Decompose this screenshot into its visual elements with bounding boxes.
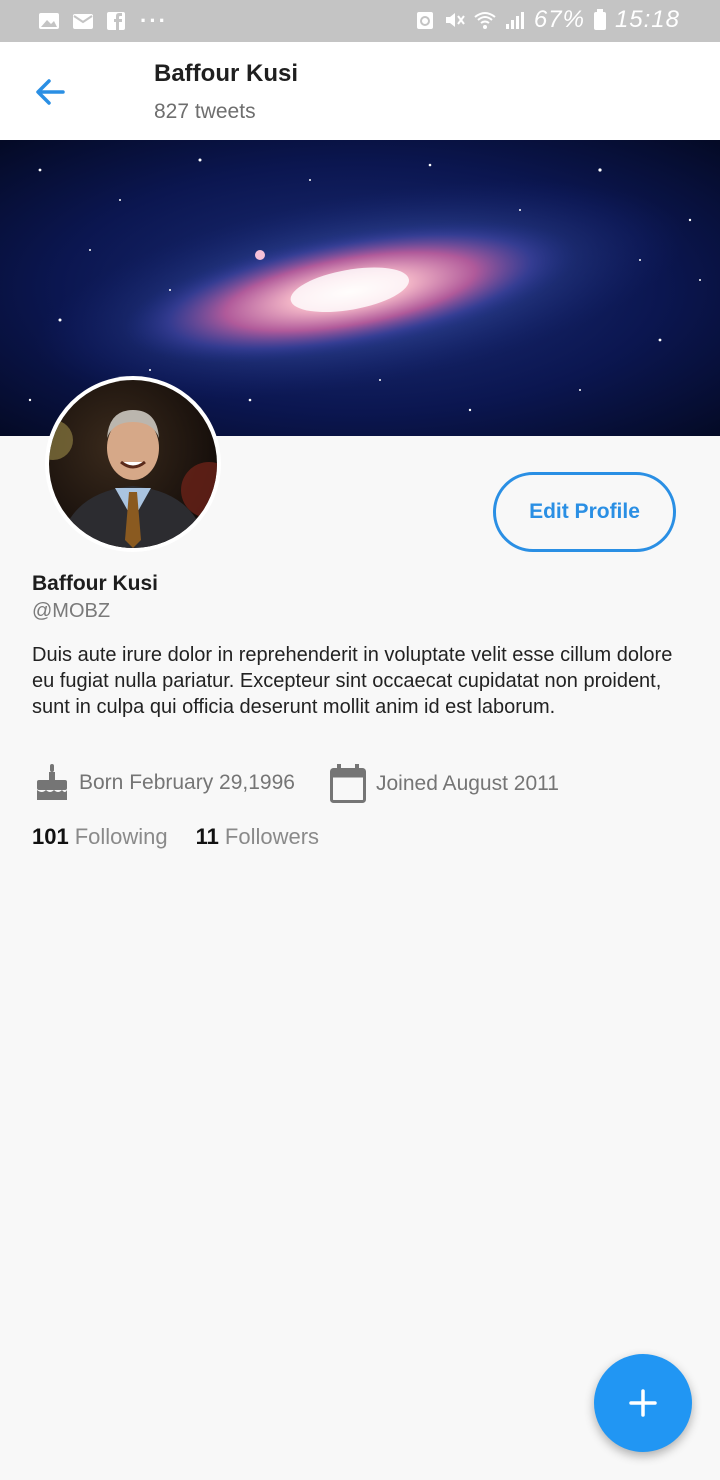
battery-icon — [593, 9, 606, 30]
compose-fab-button[interactable] — [594, 1354, 692, 1452]
image-icon — [39, 13, 59, 29]
followers-label: Followers — [224, 824, 320, 849]
back-button[interactable] — [30, 72, 70, 112]
birthdate-info: Born February 29,1996 — [35, 764, 295, 802]
joined-text: Joined August 2011 — [376, 772, 559, 795]
status-bar: ··· 67% 15:18 — [0, 0, 720, 42]
edit-profile-button[interactable]: Edit Profile — [493, 472, 676, 552]
plus-icon — [629, 1389, 657, 1417]
profile-handle: @MOBZ — [32, 600, 111, 622]
wifi-icon — [474, 12, 496, 29]
status-right-icons: 67% 15:18 — [414, 6, 680, 34]
status-left-icons: ··· — [38, 8, 168, 34]
born-text: Born February 29,1996 — [79, 771, 295, 794]
follow-stats: 101 Following 11 Followers — [32, 824, 319, 850]
tweet-count: 827 tweets — [154, 100, 256, 123]
cake-icon — [37, 764, 67, 800]
mail-icon — [73, 14, 93, 29]
profile-title: Baffour Kusi — [154, 60, 298, 87]
following-label: Following — [74, 824, 168, 849]
sync-icon — [416, 12, 433, 29]
following-count: 101 — [32, 824, 69, 849]
followers-count: 11 — [195, 824, 219, 849]
app-bar: Baffour Kusi 827 tweets — [0, 42, 720, 140]
joined-info: Joined August 2011 — [330, 764, 559, 804]
status-time: 15:18 — [614, 6, 680, 33]
more-dots-icon: ··· — [140, 8, 168, 33]
calendar-icon — [330, 764, 366, 803]
arrow-left-icon — [36, 79, 65, 105]
followers-stat[interactable]: 11 Followers — [196, 824, 319, 850]
battery-percent: 67% — [533, 6, 585, 33]
profile-bio: Duis aute irure dolor in reprehenderit i… — [32, 644, 673, 718]
mute-icon — [445, 13, 465, 27]
profile-name: Baffour Kusi — [32, 572, 158, 595]
facebook-icon — [107, 12, 125, 30]
signal-icon — [505, 12, 524, 29]
following-stat[interactable]: 101 Following — [32, 824, 168, 850]
profile-avatar[interactable] — [45, 376, 221, 552]
